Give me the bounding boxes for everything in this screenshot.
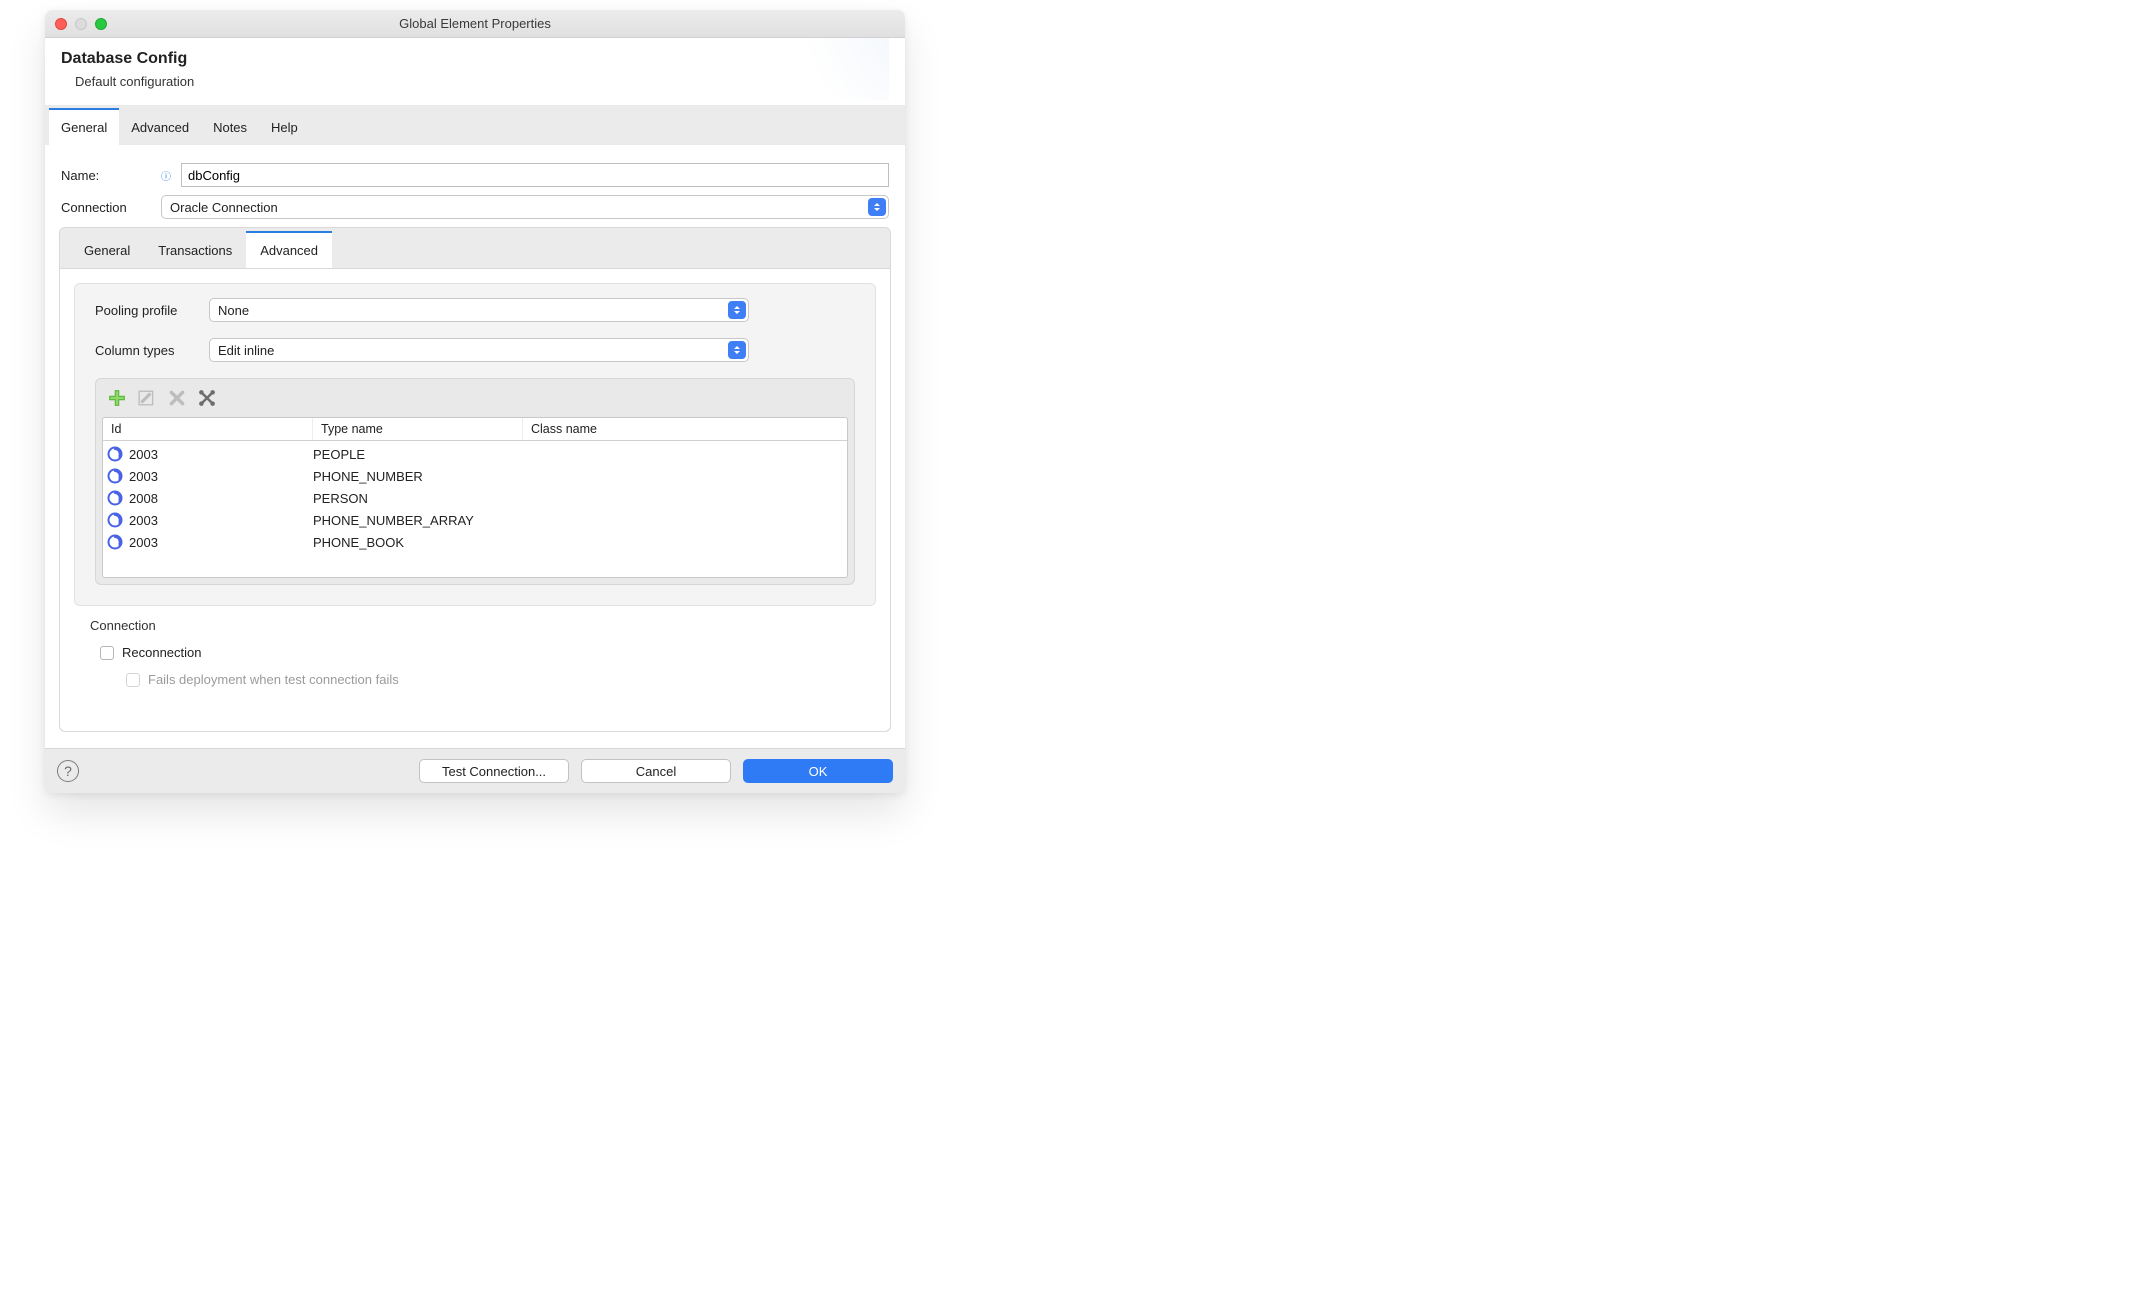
grid-header: Id Type name Class name [103, 418, 847, 441]
reconnection-checkrow[interactable]: Reconnection [100, 645, 876, 660]
reconnection-checkbox[interactable] [100, 646, 114, 660]
column-types-select-value: Edit inline [218, 343, 274, 358]
inner-tab-content: Pooling profile None Column types Edit i… [60, 268, 890, 731]
row-typename-cell: PHONE_NUMBER_ARRAY [313, 513, 523, 528]
advanced-panel: Pooling profile None Column types Edit i… [74, 283, 876, 606]
grid-header-id[interactable]: Id [103, 418, 313, 440]
reconnection-label: Reconnection [122, 645, 202, 660]
column-types-row: Column types Edit inline [95, 338, 855, 362]
name-label: Name: [61, 168, 153, 183]
zoom-icon[interactable] [95, 18, 107, 30]
add-button[interactable] [106, 387, 128, 409]
connection-select[interactable]: Oracle Connection [161, 195, 889, 219]
name-row: Name: ⓘ [61, 163, 889, 187]
connection-row: Connection Oracle Connection [61, 195, 889, 219]
info-icon: ⓘ [161, 168, 171, 183]
delete-button [166, 387, 188, 409]
tab-advanced[interactable]: Advanced [119, 108, 201, 145]
tab-body: Name: ⓘ Connection Oracle Connection Gen… [45, 145, 905, 748]
table-row[interactable]: 2003PEOPLE [103, 443, 847, 465]
table-row[interactable]: 2003PHONE_BOOK [103, 531, 847, 553]
tools-button[interactable] [196, 387, 218, 409]
row-typename-cell: PHONE_NUMBER [313, 469, 523, 484]
table-row[interactable]: 2008PERSON [103, 487, 847, 509]
row-id-cell: 2003 [127, 447, 313, 462]
column-types-label: Column types [95, 343, 195, 358]
column-types-table-panel: Id Type name Class name 2003PEOPLE2003PH… [95, 378, 855, 585]
fails-deployment-label: Fails deployment when test connection fa… [148, 672, 399, 687]
row-id-cell: 2003 [127, 513, 313, 528]
tab-notes[interactable]: Notes [201, 108, 259, 145]
connection-label: Connection [61, 200, 153, 215]
fails-deployment-checkrow: Fails deployment when test connection fa… [126, 672, 876, 687]
table-row[interactable]: 2003PHONE_NUMBER [103, 465, 847, 487]
columns-grid: Id Type name Class name 2003PEOPLE2003PH… [102, 417, 848, 578]
connection-panel: General Transactions Advanced Pooling pr… [59, 227, 891, 732]
chevron-updown-icon [728, 341, 746, 359]
close-icon[interactable] [55, 18, 67, 30]
pooling-select-value: None [218, 303, 249, 318]
pooling-label: Pooling profile [95, 303, 195, 318]
dialog-window: Global Element Properties Database Confi… [45, 10, 905, 793]
ok-button[interactable]: OK [743, 759, 893, 783]
tab-help[interactable]: Help [259, 108, 310, 145]
chevron-updown-icon [868, 198, 886, 216]
row-type-icon [103, 512, 127, 528]
connection-select-value: Oracle Connection [170, 200, 278, 215]
chevron-updown-icon [728, 301, 746, 319]
titlebar: Global Element Properties [45, 10, 905, 38]
header-decoration [729, 30, 889, 100]
top-tabs: General Advanced Notes Help [45, 105, 905, 145]
row-typename-cell: PHONE_BOOK [313, 535, 523, 550]
inner-tab-advanced[interactable]: Advanced [246, 231, 332, 268]
row-type-icon [103, 490, 127, 506]
pooling-select[interactable]: None [209, 298, 749, 322]
traffic-lights [55, 18, 107, 30]
tab-general[interactable]: General [49, 108, 119, 145]
row-typename-cell: PEOPLE [313, 447, 523, 462]
row-id-cell: 2008 [127, 491, 313, 506]
table-row[interactable]: 2003PHONE_NUMBER_ARRAY [103, 509, 847, 531]
row-id-cell: 2003 [127, 469, 313, 484]
cancel-button[interactable]: Cancel [581, 759, 731, 783]
help-icon[interactable]: ? [57, 760, 79, 782]
inner-tab-transactions[interactable]: Transactions [144, 231, 246, 268]
row-type-icon [103, 468, 127, 484]
row-type-icon [103, 446, 127, 462]
grid-header-typename[interactable]: Type name [313, 418, 523, 440]
pooling-row: Pooling profile None [95, 298, 855, 322]
name-input[interactable] [181, 163, 889, 187]
fails-deployment-checkbox [126, 673, 140, 687]
column-types-select[interactable]: Edit inline [209, 338, 749, 362]
row-type-icon [103, 534, 127, 550]
grid-header-classname[interactable]: Class name [523, 418, 847, 440]
connection-section-title: Connection [90, 618, 876, 633]
test-connection-button[interactable]: Test Connection... [419, 759, 569, 783]
dialog-header: Database Config Default configuration [45, 38, 905, 105]
connection-section: Connection Reconnection Fails deployment… [90, 618, 876, 723]
inner-tab-general[interactable]: General [70, 231, 144, 268]
row-typename-cell: PERSON [313, 491, 523, 506]
grid-body: 2003PEOPLE2003PHONE_NUMBER2008PERSON2003… [103, 441, 847, 577]
dialog-footer: ? Test Connection... Cancel OK [45, 748, 905, 793]
row-id-cell: 2003 [127, 535, 313, 550]
window-title: Global Element Properties [45, 16, 905, 31]
edit-button [136, 387, 158, 409]
inner-tabs: General Transactions Advanced [60, 228, 890, 268]
minimize-icon [75, 18, 87, 30]
table-toolbar [96, 379, 854, 417]
